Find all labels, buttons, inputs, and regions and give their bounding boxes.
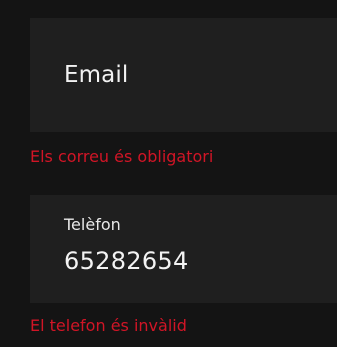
phone-error-message: El telefon és invàlid xyxy=(30,316,187,335)
email-field[interactable]: Email xyxy=(30,18,337,132)
phone-label: Telèfon xyxy=(64,215,121,234)
phone-value[interactable]: 65282654 xyxy=(64,247,189,275)
email-label: Email xyxy=(64,62,129,88)
email-error-message: Els correu és obligatori xyxy=(30,147,214,166)
phone-field[interactable]: Telèfon 65282654 xyxy=(30,195,337,303)
